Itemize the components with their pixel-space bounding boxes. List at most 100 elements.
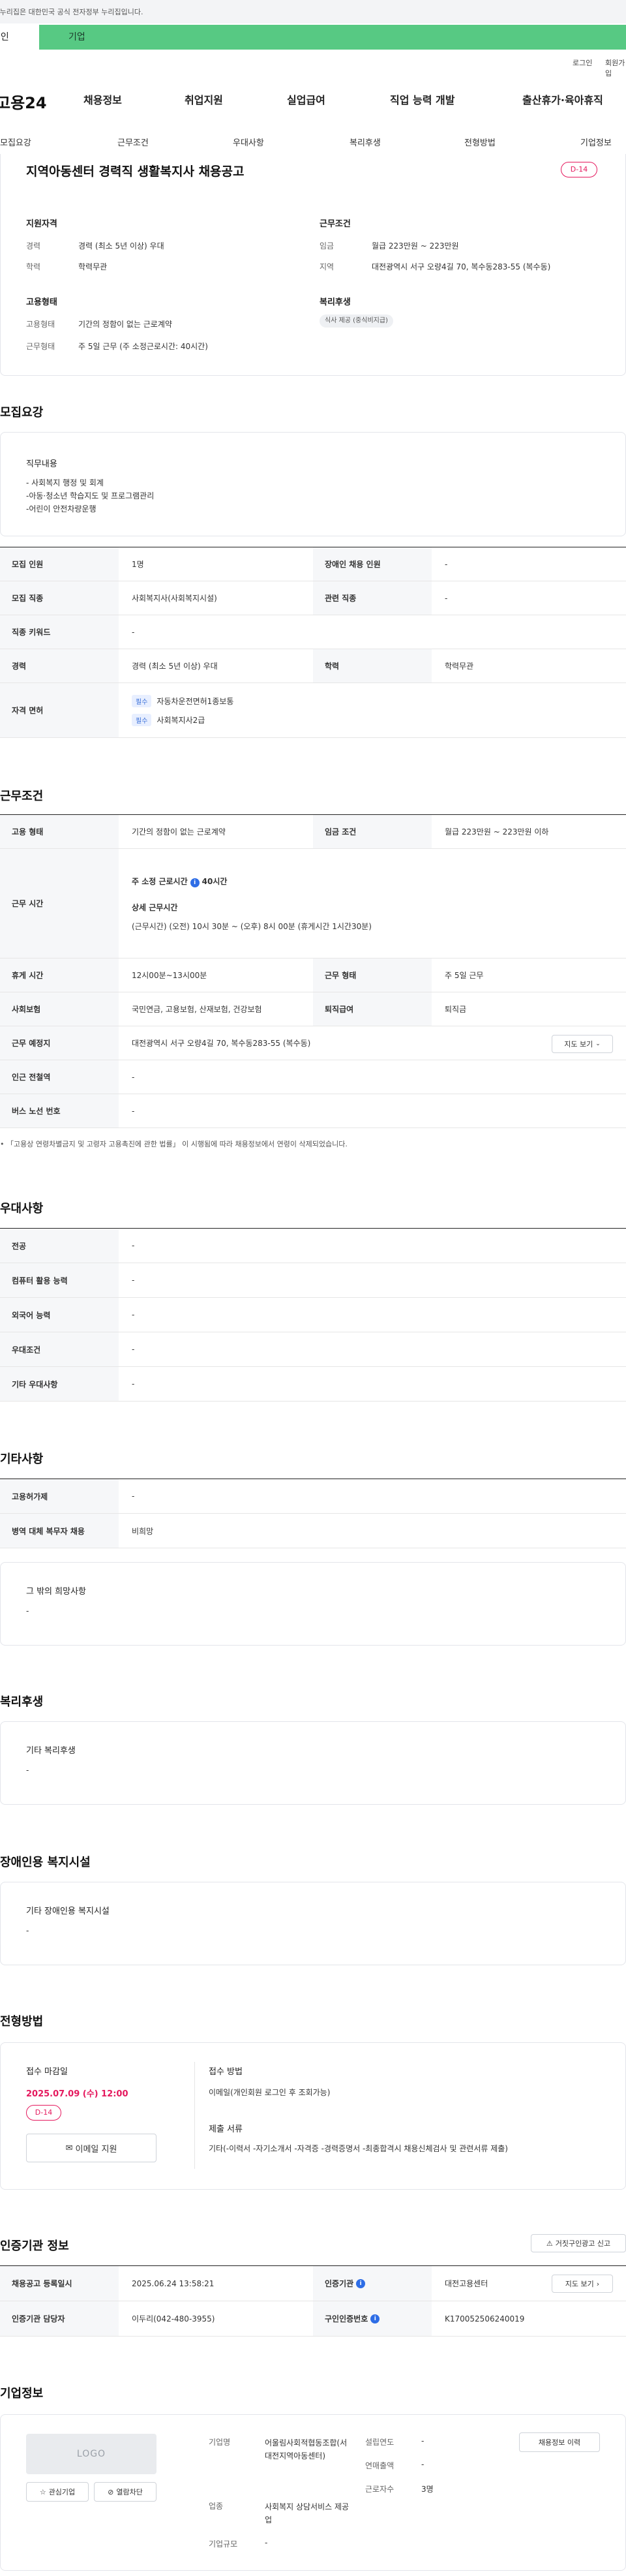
- pref-table: 전공 - 컴퓨터 활용 능력 - 외국어 능력 - 우대조건 - 기타 우대사항…: [0, 1228, 626, 1403]
- cell-header: 인근 전철역: [0, 1060, 119, 1094]
- etc-table: 고용허가제 - 병역 대체 복무자 채용 비희망: [0, 1479, 626, 1549]
- gnb-item-jobs[interactable]: 채용정보: [83, 91, 122, 107]
- work-heading: 근무조건: [0, 790, 44, 803]
- gnb-item-support[interactable]: 취업지원: [185, 91, 223, 107]
- map-view-button[interactable]: 지도 보기 ⌄: [552, 1035, 613, 1053]
- cell-header: 고용 형태: [0, 815, 119, 848]
- job-title: 지역아동센터 경력직 생활복지사 채용공고: [26, 164, 245, 179]
- section-subnav: 모집요강 근무조건 우대사항 복리후생 전형방법 기업정보: [0, 128, 626, 157]
- cert-heading: 인증기관 정보: [0, 2239, 69, 2253]
- info-icon[interactable]: i: [370, 2314, 380, 2323]
- required-badge: 필수: [132, 713, 152, 726]
- login-link[interactable]: 로그인: [573, 57, 592, 68]
- cell-header: 관련 직종: [313, 581, 432, 615]
- join-link[interactable]: 회원가입: [605, 57, 626, 78]
- dday-badge: D-14: [26, 2105, 61, 2121]
- email-apply-label: 이메일 지원: [75, 2144, 117, 2154]
- gov-banner: 이 누리집은 대한민국 공식 전자정부 누리집입니다.: [0, 0, 626, 23]
- subnav-recruit[interactable]: 모집요강: [0, 136, 31, 148]
- cell-header: 인증기관 i: [313, 2266, 432, 2301]
- email-apply-button[interactable]: ✉ 이메일 지원: [26, 2134, 156, 2162]
- sales-label: 연매출액: [365, 2461, 395, 2470]
- size-label: 기업규모: [209, 2539, 238, 2549]
- welfare-heading: 복리후생: [320, 298, 351, 307]
- work-table: 고용 형태 기간의 정함이 없는 근로계약 임금 조건 월급 223만원 ~ 2…: [0, 814, 626, 1128]
- disabled-fac-sub-heading: 기타 장애인용 복지시설: [26, 1907, 110, 1916]
- cell-header: 채용공고 등록일시: [0, 2266, 119, 2301]
- table-row: 버스 노선 번호 -: [0, 1094, 626, 1128]
- gnb-item-training[interactable]: 직업 능력 개발: [390, 91, 455, 107]
- cell-value: 경력 (최소 5년 이상) 우대: [132, 662, 218, 671]
- recruit-history-button[interactable]: 채용정보 이력: [519, 2432, 600, 2452]
- method-heading: 접수 방법: [209, 2067, 243, 2077]
- tab-personal[interactable]: 개인: [0, 25, 39, 50]
- table-row: 인근 전철역 -: [0, 1060, 626, 1094]
- cell-value: 국민연금, 고용보험, 산재보험, 건강보험: [132, 1005, 262, 1014]
- hours-detail-heading: 상세 근무시간: [132, 902, 178, 912]
- gnb-item-unemployment[interactable]: 실업급여: [287, 91, 325, 107]
- interest-company-label: 관심기업: [48, 2488, 76, 2496]
- cert-map-button[interactable]: 지도 보기 ›: [552, 2275, 613, 2293]
- subnav-work[interactable]: 근무조건: [117, 136, 149, 148]
- cell-value: -: [132, 1379, 135, 1388]
- cell-value: 월급 223만원 ~ 223만원 이하: [445, 827, 549, 836]
- map-view-label: 지도 보기: [564, 1040, 593, 1049]
- disabled-fac-heading: 장애인용 복지시설: [0, 1856, 91, 1869]
- disabled-fac-card: [0, 1882, 626, 1965]
- company-name-value: 어울림사회적협동조합(서대전지역아동센터): [265, 2438, 348, 2461]
- subnav-screening[interactable]: 전형방법: [464, 136, 496, 148]
- table-row: 기타 우대사항 -: [0, 1367, 626, 1402]
- mail-icon: ✉: [65, 2143, 73, 2153]
- block-view-label: 열람차단: [116, 2488, 143, 2496]
- table-row: 전공 -: [0, 1229, 626, 1263]
- qual-label: 학력: [26, 262, 41, 271]
- cell-value: 대전광역시 서구 오량4길 70, 복수동283-55 (복수동): [132, 1039, 311, 1048]
- welfare-section-heading: 복리후생: [0, 1695, 44, 1709]
- table-row: 사회보험 국민연금, 고용보험, 산재보험, 건강보험 퇴직급여 퇴직금: [0, 992, 626, 1026]
- star-icon: ☆: [39, 2487, 46, 2496]
- interest-company-button[interactable]: ☆ 관심기업: [26, 2482, 89, 2502]
- screening-card: [0, 2042, 626, 2190]
- hours-weekly-label: 주 소정 근로시간: [132, 876, 188, 886]
- info-icon[interactable]: i: [190, 878, 200, 887]
- subnav-pref[interactable]: 우대사항: [233, 136, 264, 148]
- subnav-company[interactable]: 기업정보: [580, 136, 612, 148]
- cell-value: 2025.06.24 13:58:21: [132, 2278, 215, 2288]
- recruit-table: 모집 인원 1명 장애인 채용 인원 - 모집 직종 사회복지사(사회복지시설)…: [0, 547, 626, 743]
- cell-value: K170052506240019: [445, 2314, 525, 2323]
- cert-table: 채용공고 등록일시 2025.06.24 13:58:21 인증기관 i 대전고용…: [0, 2265, 626, 2337]
- cell-header: 버스 노선 번호: [0, 1094, 119, 1127]
- cell-header: 경력: [0, 649, 119, 682]
- site-logo[interactable]: 고용24: [0, 90, 51, 113]
- tab-company[interactable]: 기업: [39, 25, 626, 50]
- table-row: 근무 시간 주 소정 근로시간 i 40시간 상세 근무시간 (근무시간) (오전)…: [0, 849, 626, 958]
- cell-value: -: [132, 1106, 135, 1116]
- cell-header: 자격 면허: [0, 683, 119, 737]
- bullet-icon: •: [0, 1140, 7, 1148]
- welfare-chip: 식사 제공 (중식비지급): [320, 314, 393, 328]
- qual-value: 경력 (최소 5년 이상) 우대: [78, 241, 164, 251]
- block-view-button[interactable]: ⊘ 열람차단: [94, 2482, 156, 2502]
- info-icon[interactable]: i: [356, 2278, 366, 2288]
- dday-badge: D-14: [561, 162, 597, 177]
- etc-other-heading: 그 밖의 희망사항: [26, 1587, 86, 1597]
- duty-heading: 직무내용: [26, 459, 57, 469]
- size-value: -: [265, 2538, 268, 2547]
- gnb-item-leave[interactable]: 출산휴가·육아휴직: [522, 91, 603, 107]
- cell-header: 장애인 채용 인원: [313, 547, 432, 581]
- founded-value: -: [421, 2436, 425, 2446]
- report-fake-ad-button[interactable]: ⚠ 거짓구인광고 신고: [531, 2234, 626, 2252]
- deadline-heading: 접수 마감일: [26, 2067, 68, 2077]
- cond-heading: 근무조건: [320, 219, 351, 229]
- cond-label: 지역: [320, 262, 335, 271]
- disabled-fac-value: -: [26, 1926, 29, 1935]
- recruit-heading: 모집요강: [0, 406, 44, 420]
- cell-header-label: 인증기관: [325, 2279, 354, 2288]
- subnav-welfare[interactable]: 복리후생: [350, 136, 381, 148]
- cell-value: 주 5일 근무: [445, 971, 484, 980]
- qual-value: 학력무관: [78, 262, 108, 271]
- docs-value: 기타(-이력서 -자기소개서 -자격증 -경력증명서 -최종합격시 채용신체검사…: [209, 2144, 508, 2153]
- duty-text: - 사회복지 행정 및 회계 -아동·청소년 학습지도 및 프로그램관리 -어린…: [26, 478, 155, 514]
- table-row: 모집 인원 1명 장애인 채용 인원 -: [0, 547, 626, 581]
- hours-weekly-value: 40시간: [201, 876, 228, 886]
